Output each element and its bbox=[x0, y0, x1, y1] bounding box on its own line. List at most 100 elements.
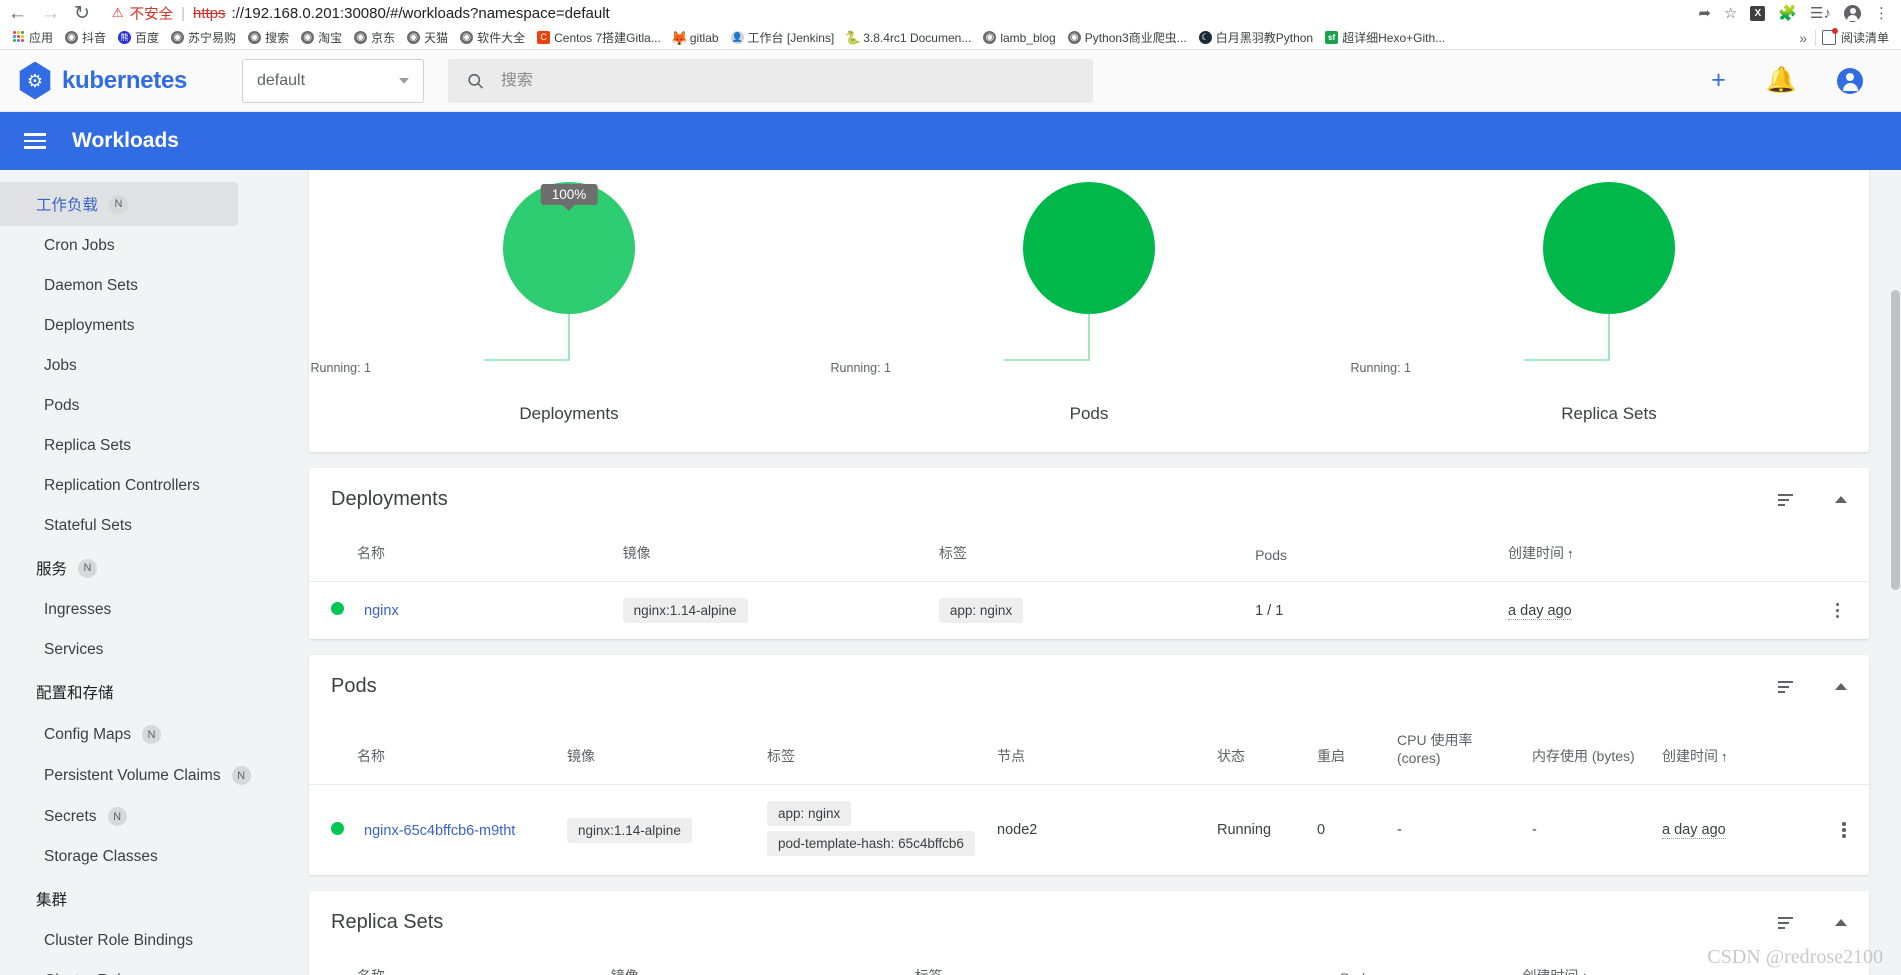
extension-x-icon[interactable]: X bbox=[1750, 5, 1766, 21]
sidebar-item-daemon-sets[interactable]: Daemon Sets bbox=[0, 266, 277, 306]
bookmark-software[interactable]: ◉ 软件大全 bbox=[454, 27, 531, 48]
forward-icon[interactable]: → bbox=[41, 4, 60, 23]
bookmarks-overflow-button[interactable]: » bbox=[1791, 30, 1815, 46]
global-search[interactable] bbox=[448, 58, 1093, 103]
cell-pods: 1 / 1 bbox=[1255, 602, 1284, 619]
col-status[interactable]: 状态 bbox=[1209, 718, 1309, 785]
scrollbar-track[interactable] bbox=[1890, 170, 1901, 975]
bookmark-python-docs[interactable]: 🐍 3.8.4rc1 Documen... bbox=[840, 29, 977, 47]
bookmark-star-icon[interactable]: ☆ bbox=[1724, 6, 1737, 21]
bookmark-taobao[interactable]: ◉ 淘宝 bbox=[295, 27, 348, 48]
sidebar-item-stateful-sets[interactable]: Stateful Sets bbox=[0, 506, 277, 546]
col-labels[interactable]: 标签 bbox=[906, 954, 1333, 975]
row-menu-icon[interactable] bbox=[1814, 602, 1861, 619]
bookmark-hexo-github[interactable]: sf 超详细Hexo+Gith... bbox=[1319, 27, 1451, 48]
col-created[interactable]: 创建时间↑ bbox=[1514, 954, 1809, 975]
col-pods[interactable]: Pods bbox=[1332, 954, 1515, 975]
media-icon[interactable]: ☰♪ bbox=[1810, 6, 1831, 21]
table-row[interactable]: nginx-65c4bffcb6-m9tht nginx:1.14-alpine… bbox=[309, 785, 1874, 876]
profile-icon[interactable] bbox=[1844, 4, 1861, 22]
col-created[interactable]: 创建时间↑ bbox=[1654, 718, 1814, 785]
col-name[interactable]: 名称 bbox=[309, 718, 559, 785]
replicasets-donut-svg[interactable] bbox=[1464, 178, 1754, 383]
sidebar-group-workloads[interactable]: 工作负载 N bbox=[0, 182, 238, 226]
sidebar-item-services[interactable]: Services bbox=[0, 630, 277, 670]
sidebar-group-cluster[interactable]: 集群 bbox=[0, 877, 277, 921]
back-icon[interactable]: ← bbox=[8, 4, 27, 23]
bookmark-centos-gitlab[interactable]: C Centos 7搭建Gitla... bbox=[531, 27, 667, 48]
sidebar-group-config-storage[interactable]: 配置和存储 bbox=[0, 670, 277, 714]
status-indicator-icon bbox=[331, 602, 344, 615]
sidebar-item-deployments[interactable]: Deployments bbox=[0, 306, 277, 346]
col-restarts[interactable]: 重启 bbox=[1309, 718, 1389, 785]
bookmark-jd[interactable]: ◉ 京东 bbox=[348, 27, 401, 48]
sidebar-item-cluster-role-bindings[interactable]: Cluster Role Bindings bbox=[0, 921, 277, 961]
not-secure-warning-icon: ⚠ bbox=[111, 5, 124, 20]
address-bar[interactable]: ⚠ 不安全 | https://192.168.0.201:30080/#/wo… bbox=[104, 2, 1684, 24]
status-indicator-icon bbox=[331, 821, 344, 835]
bookmark-baidu[interactable]: 熊 百度 bbox=[112, 27, 165, 48]
col-pods[interactable]: Pods bbox=[1247, 531, 1501, 582]
sidebar-item-replica-sets[interactable]: Replica Sets bbox=[0, 426, 277, 466]
bell-icon[interactable]: 🔔 bbox=[1766, 68, 1797, 93]
collapse-chevron-up-icon[interactable] bbox=[1835, 919, 1847, 926]
sidebar-item-label: Deployments bbox=[44, 317, 135, 334]
sidebar-item-secrets[interactable]: Secrets N bbox=[0, 796, 277, 837]
reload-icon[interactable]: ↻ bbox=[74, 4, 90, 23]
reading-list-button[interactable]: 阅读清单 bbox=[1816, 28, 1895, 46]
sidebar-item-pods[interactable]: Pods bbox=[0, 386, 277, 426]
kubernetes-logo[interactable]: ⚙ kubernetes bbox=[18, 61, 218, 100]
bookmark-search[interactable]: ◉ 搜索 bbox=[242, 27, 295, 48]
menu-dots-icon[interactable]: ⋮ bbox=[1874, 6, 1889, 21]
sidebar-group-services[interactable]: 服务 N bbox=[0, 546, 277, 590]
collapse-chevron-up-icon[interactable] bbox=[1835, 496, 1847, 503]
bookmark-suning[interactable]: ◉ 苏宁易购 bbox=[165, 27, 242, 48]
col-node[interactable]: 节点 bbox=[989, 718, 1209, 785]
bookmark-gitlab[interactable]: 🦊 gitlab bbox=[667, 29, 725, 47]
sidebar-item-storage-classes[interactable]: Storage Classes bbox=[0, 837, 277, 877]
share-icon[interactable]: ➦ bbox=[1698, 6, 1711, 21]
bookmark-lamb-blog[interactable]: ◉ lamb_blog bbox=[977, 29, 1061, 47]
plus-icon[interactable]: + bbox=[1711, 68, 1726, 93]
collapse-chevron-up-icon[interactable] bbox=[1835, 683, 1847, 690]
filter-icon[interactable] bbox=[1778, 680, 1793, 693]
account-icon[interactable] bbox=[1837, 67, 1863, 94]
bookmark-jenkins[interactable]: 👤 工作台 [Jenkins] bbox=[725, 27, 841, 48]
col-image[interactable]: 镜像 bbox=[614, 531, 931, 582]
sidebar-item-cluster-roles[interactable]: Cluster Roles bbox=[0, 961, 277, 975]
col-image[interactable]: 镜像 bbox=[559, 718, 759, 785]
col-labels[interactable]: 标签 bbox=[930, 531, 1248, 582]
search-input[interactable] bbox=[500, 71, 1075, 90]
sidebar-item-ingresses[interactable]: Ingresses bbox=[0, 590, 277, 630]
bookmark-douyin[interactable]: ◉ 抖音 bbox=[59, 27, 112, 48]
filter-icon[interactable] bbox=[1778, 916, 1793, 929]
puzzle-icon[interactable]: 🧩 bbox=[1778, 6, 1797, 21]
bookmark-apps[interactable]: 应用 bbox=[6, 27, 59, 48]
created-time: a day ago bbox=[1662, 822, 1726, 839]
scrollbar-thumb[interactable] bbox=[1891, 290, 1900, 590]
sidebar-item-cron-jobs[interactable]: Cron Jobs bbox=[0, 226, 277, 266]
col-created[interactable]: 创建时间↑ bbox=[1500, 531, 1806, 582]
col-image[interactable]: 镜像 bbox=[602, 954, 907, 975]
sidebar-item-config-maps[interactable]: Config Maps N bbox=[0, 714, 277, 755]
sidebar-item-persistent-volume-claims[interactable]: Persistent Volume Claims N bbox=[0, 755, 277, 796]
namespace-selector[interactable]: default bbox=[242, 58, 424, 103]
pod-name-link[interactable]: nginx-65c4bffcb6-m9tht bbox=[364, 823, 515, 839]
pods-donut-svg[interactable] bbox=[944, 178, 1234, 383]
bookmark-baiyue[interactable]: ☾ 白月黑羽教Python bbox=[1193, 27, 1319, 48]
table-row[interactable]: nginx nginx:1.14-alpine app: nginx 1 / 1… bbox=[309, 582, 1869, 640]
deployment-name-link[interactable]: nginx bbox=[364, 603, 399, 619]
col-name[interactable]: 名称 bbox=[309, 954, 603, 975]
col-created-label: 创建时间 bbox=[1662, 748, 1718, 764]
col-memory[interactable]: 内存使用 (bytes) bbox=[1524, 718, 1654, 785]
sidebar-item-replication-controllers[interactable]: Replication Controllers bbox=[0, 466, 277, 506]
filter-icon[interactable] bbox=[1778, 493, 1793, 506]
menu-hamburger-icon[interactable] bbox=[24, 133, 46, 149]
col-labels[interactable]: 标签 bbox=[759, 718, 989, 785]
col-cpu[interactable]: CPU 使用率 (cores) bbox=[1389, 718, 1524, 785]
sidebar-item-jobs[interactable]: Jobs bbox=[0, 346, 277, 386]
bookmark-tmall[interactable]: ◉ 天猫 bbox=[401, 27, 454, 48]
col-name[interactable]: 名称 bbox=[309, 531, 615, 582]
row-menu-icon[interactable] bbox=[1822, 822, 1866, 838]
bookmark-python3-spider[interactable]: ◉ Python3商业爬虫... bbox=[1062, 27, 1193, 48]
